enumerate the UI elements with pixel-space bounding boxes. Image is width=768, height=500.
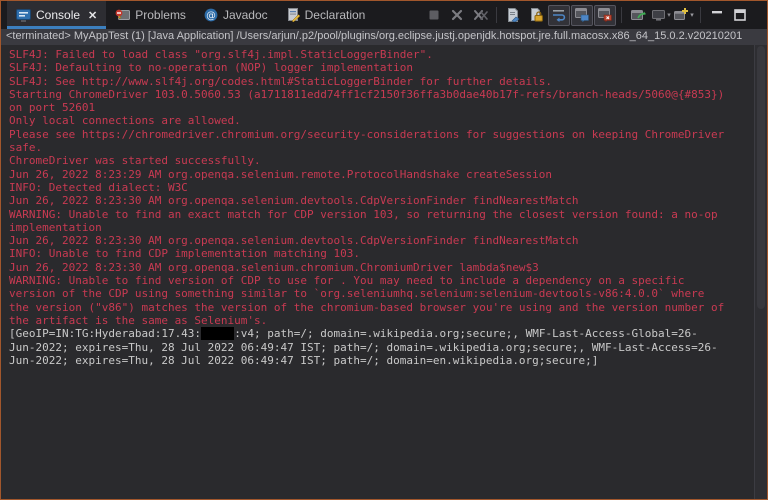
console-line: SLF4J: See http://www.slf4j.org/codes.ht… xyxy=(9,75,751,88)
pin-console-button[interactable] xyxy=(627,5,649,26)
console-toolbar: ▾▾ xyxy=(423,1,767,29)
console-line: Starting ChromeDriver 103.0.5060.53 (a17… xyxy=(9,88,751,101)
open-console-icon xyxy=(674,8,689,22)
display-selected-console-button[interactable]: ▾ xyxy=(650,5,672,26)
tab-label: Javadoc xyxy=(223,8,268,22)
chevron-down-icon[interactable]: ▾ xyxy=(690,12,694,19)
console-line: SLF4J: Failed to load class "org.slf4j.i… xyxy=(9,48,751,61)
console-view-window: Console✕Problems@JavadocDeclaration ▾▾ <… xyxy=(0,0,768,500)
console-line: version of the CDP using something simil… xyxy=(9,287,751,300)
open-console-button[interactable]: ▾ xyxy=(673,5,695,26)
redaction-box: ##### xyxy=(201,327,234,340)
console-output[interactable]: SLF4J: Failed to load class "org.slf4j.i… xyxy=(1,45,767,499)
remove-all-terminated-icon xyxy=(473,9,488,21)
console-line: [GeoIP=IN:TG:Hyderabad:17.43:#####:v4; p… xyxy=(9,327,751,340)
console-line: SLF4J: Defaulting to no-operation (NOP) … xyxy=(9,61,751,74)
terminate-icon xyxy=(428,9,440,21)
console-line: Jun 26, 2022 8:23:30 AM org.openqa.selen… xyxy=(9,234,751,247)
word-wrap-button[interactable] xyxy=(548,5,570,26)
console-line: INFO: Unable to find CDP implementation … xyxy=(9,247,751,260)
tab-declaration[interactable]: Declaration xyxy=(277,1,375,29)
pin-console-icon xyxy=(631,8,646,22)
toolbar-separator xyxy=(700,7,701,23)
console-line: Jun 26, 2022 8:23:30 AM org.openqa.selen… xyxy=(9,261,751,274)
console-line: WARNING: Unable to find an exact match f… xyxy=(9,208,751,221)
console-line: ChromeDriver was started successfully. xyxy=(9,154,751,167)
console-line: WARNING: Unable to find version of CDP t… xyxy=(9,274,751,287)
console-line: safe. xyxy=(9,141,751,154)
view-tab-bar: Console✕Problems@JavadocDeclaration ▾▾ xyxy=(1,1,767,29)
tab-console[interactable]: Console ✕ xyxy=(7,1,106,29)
clear-console-icon xyxy=(506,8,520,22)
console-line: implementation xyxy=(9,221,751,234)
declaration-icon xyxy=(286,8,300,22)
maximize-button[interactable] xyxy=(729,5,751,26)
tab-label: Declaration xyxy=(305,8,366,22)
tab-problems[interactable]: Problems xyxy=(106,1,195,29)
minimize-button[interactable] xyxy=(706,5,728,26)
scroll-lock-icon xyxy=(529,8,543,22)
console-text-segment: [GeoIP=IN:TG:Hyderabad:17.43: xyxy=(9,327,201,340)
show-stderr-button[interactable] xyxy=(594,5,616,26)
scrollbar-thumb[interactable] xyxy=(757,46,765,309)
close-icon[interactable]: ✕ xyxy=(88,9,97,22)
show-stdout-icon xyxy=(575,8,590,22)
remove-launch-button[interactable] xyxy=(446,5,468,26)
console-line: on port 52601 xyxy=(9,101,751,114)
view-tabs: Console ✕ Problems @ Javadoc Declaration xyxy=(7,1,374,29)
console-line: Only local connections are allowed. xyxy=(9,114,751,127)
tab-label: Console xyxy=(36,8,80,22)
console-line: Please see https://chromedriver.chromium… xyxy=(9,128,751,141)
chevron-down-icon[interactable]: ▾ xyxy=(667,12,671,19)
console-line: the artifact is the same as Selenium's. xyxy=(9,314,751,327)
svg-text:@: @ xyxy=(206,10,216,21)
show-stdout-button[interactable] xyxy=(571,5,593,26)
maximize-icon xyxy=(734,9,746,21)
clear-console-button[interactable] xyxy=(502,5,524,26)
javadoc-icon: @ xyxy=(204,8,218,22)
tab-label: Problems xyxy=(135,8,186,22)
console-line: Jun 26, 2022 8:23:30 AM org.openqa.selen… xyxy=(9,194,751,207)
console-line: INFO: Detected dialect: W3C xyxy=(9,181,751,194)
display-console-icon xyxy=(651,9,666,22)
problems-icon xyxy=(115,9,130,22)
console-line: Jun 26, 2022 8:23:29 AM org.openqa.selen… xyxy=(9,168,751,181)
toolbar-separator xyxy=(621,7,622,23)
console-line: Jun-2022; expires=Thu, 28 Jul 2022 06:49… xyxy=(9,354,751,367)
console-icon xyxy=(16,9,31,22)
console-process-header: <terminated> MyAppTest (1) [Java Applica… xyxy=(1,29,767,45)
tab-javadoc[interactable]: @ Javadoc xyxy=(195,1,277,29)
show-stderr-icon xyxy=(598,8,613,22)
toolbar-separator xyxy=(496,7,497,23)
terminate-button[interactable] xyxy=(423,5,445,26)
remove-launch-icon xyxy=(451,9,463,21)
remove-all-terminated-button[interactable] xyxy=(469,5,491,26)
minimize-icon xyxy=(711,9,723,21)
vertical-scrollbar[interactable] xyxy=(754,45,767,499)
console-line: the version ("v86") matches the version … xyxy=(9,301,751,314)
console-line: Jun-2022; expires=Thu, 28 Jul 2022 06:49… xyxy=(9,341,751,354)
word-wrap-icon xyxy=(552,8,566,22)
console-text-segment: :v4; path=/; domain=.wikipedia.org;secur… xyxy=(234,327,698,340)
scroll-lock-button[interactable] xyxy=(525,5,547,26)
